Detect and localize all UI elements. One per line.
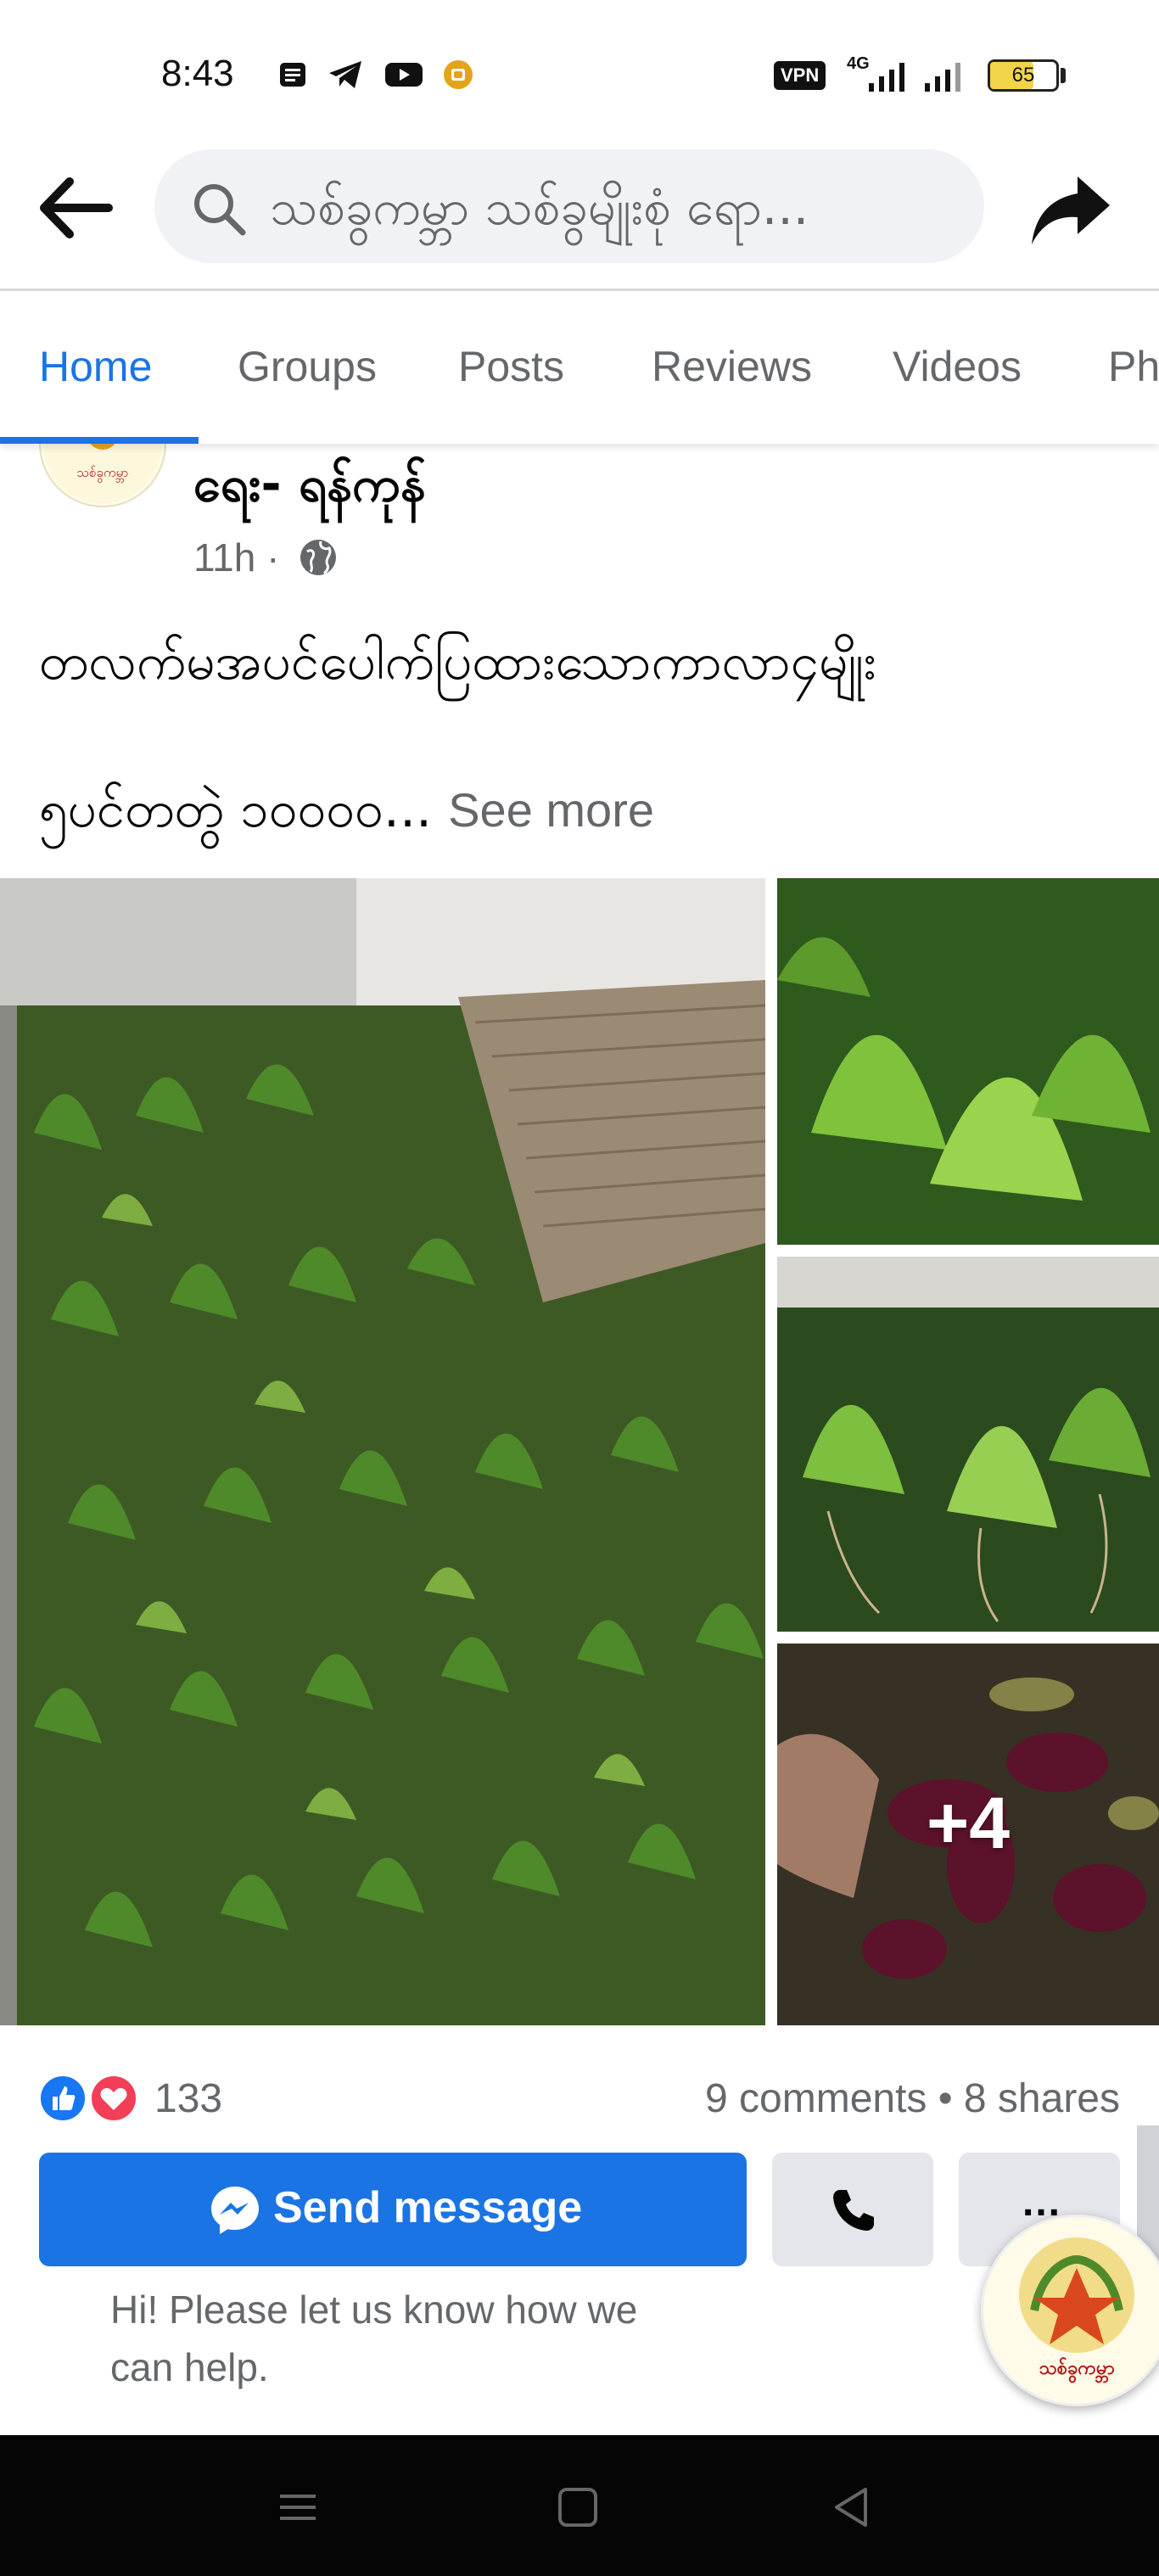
share-icon[interactable] — [1028, 166, 1113, 251]
love-reaction-icon — [88, 2073, 139, 2124]
tab-reviews[interactable]: Reviews — [652, 342, 812, 391]
page-tabs: Home Groups Posts Reviews Videos Ph — [0, 291, 1159, 444]
back-arrow-icon[interactable] — [34, 170, 119, 246]
post-text-line-1: တလက်မအပင်ပေါက်ပြထားသောကာလာ၄မျိုး — [39, 632, 876, 692]
youtube-icon — [385, 63, 423, 87]
phone-icon — [833, 2190, 874, 2231]
svg-text:သစ်ခွကမ္ဘာ: သစ်ခွကမ္ဘာ — [77, 465, 129, 483]
back-nav-icon[interactable] — [821, 2478, 881, 2537]
orchid-roots-photo — [777, 1257, 1159, 1632]
chat-head-avatar[interactable]: သစ်ခွကမ္ဘာ — [981, 2215, 1159, 2406]
call-button[interactable] — [772, 2153, 933, 2266]
recent-apps-icon[interactable] — [268, 2478, 328, 2537]
comments-shares-count[interactable]: 9 comments • 8 shares — [687, 2075, 1120, 2122]
more-photos-count[interactable]: +4 — [777, 1782, 1159, 1866]
post-author-name[interactable]: ရေး- ရန်ကုန် — [193, 453, 426, 525]
orchid-leaves-photo — [777, 878, 1159, 1245]
status-time: 8:43 — [161, 53, 234, 94]
meta-separator: · — [266, 535, 280, 580]
post-photo-2[interactable] — [777, 878, 1159, 1245]
post-text-line-2: ၅ပင်တတွဲ ၁၀၀၀၀... See more — [39, 777, 654, 852]
battery-nub — [1061, 68, 1066, 83]
post-text-snippet: ၅ပင်တတွဲ ၁၀၀၀၀... — [39, 780, 433, 839]
orchid-logo-icon: သစ်ခွကမ္ဘာ — [985, 2219, 1159, 2402]
vpn-icon: VPN — [774, 61, 826, 90]
send-message-label: Send message — [273, 2183, 583, 2232]
battery-level: 65 — [1011, 64, 1035, 87]
tab-videos[interactable]: Videos — [893, 342, 1022, 391]
search-query[interactable]: သစ်ခွကမ္ဘာ သစ်ခွမျိုးစုံ ရော... — [270, 176, 932, 249]
see-more-link[interactable]: See more — [448, 783, 654, 837]
tab-groups[interactable]: Groups — [238, 342, 377, 391]
notes-icon — [280, 63, 305, 87]
app-icon — [444, 60, 473, 89]
tab-posts[interactable]: Posts — [458, 342, 564, 391]
search-icon — [194, 184, 246, 236]
messenger-icon — [211, 2187, 259, 2234]
greeting-text: Hi! Please let us know how we can help. — [110, 2288, 638, 2389]
battery-icon: 65 — [988, 59, 1059, 92]
orchid-seedlings-photo — [0, 878, 765, 2025]
tab-photos[interactable]: Ph — [1108, 342, 1159, 391]
post-time[interactable]: 11h — [193, 535, 255, 580]
post-photo-3[interactable] — [777, 1257, 1159, 1632]
signal-icon-2 — [925, 63, 960, 92]
like-reaction-icon — [37, 2073, 88, 2124]
tab-home[interactable]: Home — [39, 342, 152, 391]
post-photo-main[interactable] — [0, 878, 765, 2025]
signal-icon — [869, 63, 904, 92]
tab-active-indicator — [0, 437, 199, 444]
mobile-data-icon: 4G — [847, 54, 870, 73]
home-icon[interactable] — [548, 2478, 607, 2537]
globe-icon — [300, 540, 336, 575]
reaction-count[interactable]: 133 — [154, 2075, 222, 2122]
telegram-icon — [329, 61, 361, 88]
post-meta: 11h · — [193, 535, 279, 580]
